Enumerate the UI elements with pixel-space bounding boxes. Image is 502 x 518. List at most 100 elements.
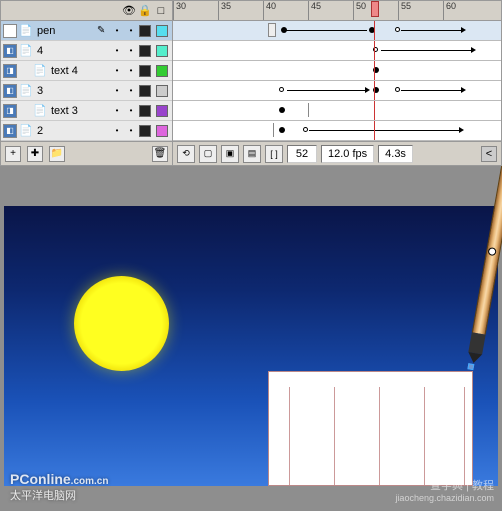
lock-icon[interactable]: 🔒 [138, 4, 152, 18]
timeline-ruler[interactable]: 30 35 40 45 50 55 60 [173, 1, 501, 21]
layer-dot[interactable]: • [125, 106, 137, 115]
layer-type-icon: 📄 [19, 24, 33, 38]
layer-row[interactable]: ◨📄text 3•• [1, 101, 172, 121]
track-row[interactable] [173, 21, 501, 41]
add-guide-button[interactable]: ✚ [27, 146, 43, 162]
pencil-icon: ✎ [97, 25, 109, 37]
layer-dot[interactable]: • [125, 86, 137, 95]
keyframe[interactable] [268, 23, 276, 37]
layer-visibility-icon[interactable] [3, 24, 17, 38]
stage-area[interactable]: PConline.com.cn 太平洋电脑网 查字典 | 教程 jiaochen… [0, 166, 502, 511]
layer-dot[interactable]: • [111, 86, 123, 95]
layer-name-label[interactable]: text 4 [49, 65, 109, 77]
track-row[interactable] [173, 61, 501, 81]
watermark-right: 查字典 | 教程 jiaocheng.chazidian.com [395, 477, 494, 503]
fps-field: 12.0 fps [321, 145, 374, 163]
layer-type-icon: 📄 [33, 104, 47, 118]
layer-dot[interactable]: • [111, 26, 123, 35]
layer-row[interactable]: ◧📄2•• [1, 121, 172, 141]
layers-footer: + ✚ 📁 🗑 [1, 141, 172, 165]
onion-markers-button[interactable]: [ ] [265, 145, 283, 163]
moon-shape[interactable] [74, 276, 169, 371]
layer-color-swatch[interactable] [156, 45, 168, 57]
layer-row[interactable]: ◨📄text 4•• [1, 61, 172, 81]
layer-outline-toggle[interactable] [139, 65, 151, 77]
paper-shape[interactable] [268, 371, 473, 486]
eye-icon[interactable]: 👁 [122, 4, 136, 18]
timeline-footer: ⟲ ▢ ▣ ▤ [ ] 52 12.0 fps 4.3s < [173, 141, 501, 165]
layer-dot[interactable]: • [125, 46, 137, 55]
keyframe[interactable] [395, 27, 400, 32]
layer-type-icon: 📄 [19, 44, 33, 58]
layers-header: 👁 🔒 □ [1, 1, 172, 21]
layer-type-icon: 📄 [19, 84, 33, 98]
center-frame-button[interactable]: ⟲ [177, 145, 195, 163]
layer-visibility-icon[interactable]: ◧ [3, 84, 17, 98]
layer-row[interactable]: ◧📄3•• [1, 81, 172, 101]
layer-type-icon: 📄 [33, 64, 47, 78]
layer-name-label[interactable]: 4 [35, 45, 109, 57]
layer-name-label[interactable]: pen [35, 25, 95, 37]
trash-button[interactable]: 🗑 [152, 146, 168, 162]
layer-dot[interactable]: • [111, 46, 123, 55]
timeline-panel: 30 35 40 45 50 55 60 ⟲ ▢ ▣ ▤ [ ] 52 12.0 fps 4… [173, 1, 501, 165]
track-row[interactable] [173, 101, 501, 121]
layer-name-label[interactable]: 3 [35, 85, 109, 97]
scroll-left-button[interactable]: < [481, 146, 497, 162]
layer-type-icon: 📄 [19, 124, 33, 138]
ruler-tick: 45 [308, 1, 321, 20]
add-layer-button[interactable]: + [5, 146, 21, 162]
keyframe[interactable] [279, 87, 284, 92]
ruler-tick: 30 [173, 1, 186, 20]
selection-handle[interactable] [467, 363, 474, 370]
layer-dot[interactable]: • [111, 126, 123, 135]
watermark-left: PConline.com.cn 太平洋电脑网 [10, 471, 108, 503]
layer-name-label[interactable]: text 3 [49, 105, 109, 117]
layer-color-swatch[interactable] [156, 65, 168, 77]
track-row[interactable] [173, 81, 501, 101]
layer-visibility-icon[interactable]: ◨ [3, 64, 17, 78]
ruler-tick: 60 [443, 1, 456, 20]
layer-dot[interactable]: • [111, 106, 123, 115]
ruler-tick: 50 [353, 1, 366, 20]
layer-visibility-icon[interactable]: ◨ [3, 104, 17, 118]
ruler-tick: 40 [263, 1, 276, 20]
layer-outline-toggle[interactable] [139, 105, 151, 117]
track-row[interactable] [173, 121, 501, 141]
layers-panel: 👁 🔒 □ 📄pen✎••◧📄4••◨📄text 4••◧📄3••◨📄text … [1, 1, 173, 165]
timeline-tracks[interactable] [173, 21, 501, 141]
layer-row[interactable]: 📄pen✎•• [1, 21, 172, 41]
layer-color-swatch[interactable] [156, 85, 168, 97]
layer-dot[interactable]: • [125, 126, 137, 135]
layer-outline-toggle[interactable] [139, 85, 151, 97]
canvas[interactable] [4, 206, 498, 486]
keyframe[interactable] [303, 127, 308, 132]
onion-outline-button[interactable]: ▣ [221, 145, 239, 163]
layer-outline-toggle[interactable] [139, 25, 151, 37]
ruler-tick: 55 [398, 1, 411, 20]
layer-dot[interactable]: • [111, 66, 123, 75]
edit-multiple-button[interactable]: ▤ [243, 145, 261, 163]
onion-skin-button[interactable]: ▢ [199, 145, 217, 163]
layer-name-label[interactable]: 2 [35, 125, 109, 137]
layer-color-swatch[interactable] [156, 105, 168, 117]
keyframe[interactable] [395, 87, 400, 92]
add-folder-button[interactable]: 📁 [49, 146, 65, 162]
layer-row[interactable]: ◧📄4•• [1, 41, 172, 61]
track-row[interactable] [173, 41, 501, 61]
layer-color-swatch[interactable] [156, 125, 168, 137]
elapsed-time-field: 4.3s [378, 145, 413, 163]
layer-dot[interactable]: • [125, 66, 137, 75]
layer-visibility-icon[interactable]: ◧ [3, 44, 17, 58]
current-frame-field: 52 [287, 145, 317, 163]
layer-color-swatch[interactable] [156, 25, 168, 37]
layer-outline-toggle[interactable] [139, 45, 151, 57]
outline-icon[interactable]: □ [154, 4, 168, 18]
keyframe[interactable] [279, 127, 285, 133]
ruler-tick: 35 [218, 1, 231, 20]
layer-visibility-icon[interactable]: ◧ [3, 124, 17, 138]
layer-outline-toggle[interactable] [139, 125, 151, 137]
layer-dot[interactable]: • [125, 26, 137, 35]
playhead[interactable] [371, 1, 379, 17]
keyframe[interactable] [279, 107, 285, 113]
